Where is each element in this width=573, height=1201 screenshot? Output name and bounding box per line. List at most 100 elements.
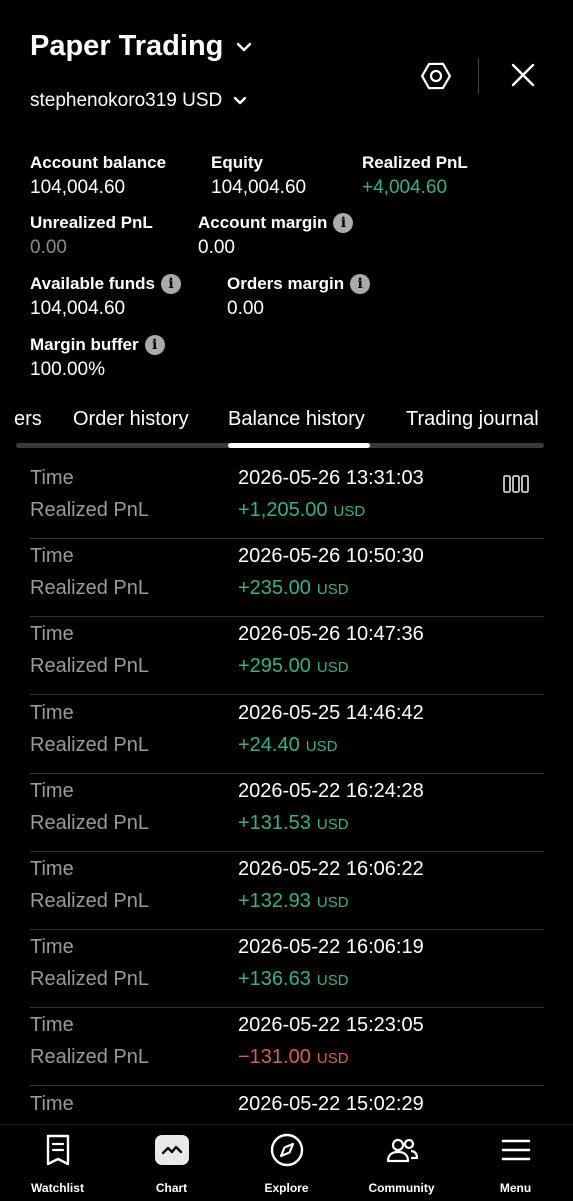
tab-order-history[interactable]: Order history [73,408,189,431]
bottom-navigation: Watchlist Chart Explore Community Menu [0,1124,573,1201]
currency-label: USD [305,738,338,755]
row-divider [30,851,544,852]
stat-value: 104,004.60 [211,177,307,198]
realized-pnl-label: Realized PnL [30,655,149,677]
amount-number: +131.53 [238,812,311,834]
time-value: 2026-05-26 13:31:03 [238,467,424,489]
stat-unrealized-pnl: Unrealized PnL 0.00 [30,213,153,259]
amount-number: +295.00 [238,655,311,677]
nav-label: Chart [155,1181,188,1195]
row-divider [30,1085,544,1086]
amount-number: −131.00 [238,1046,311,1068]
time-label: Time [30,623,74,645]
history-row[interactable]: Time 2026-05-22 16:06:19 Realized PnL +136.… [0,933,573,1011]
columns-icon[interactable] [502,473,530,500]
stat-realized-pnl: Realized PnL +4,004.60 [362,153,468,199]
realized-pnl-label: Realized PnL [30,734,149,756]
stat-orders-margin: Orders margin i 0.00 [227,274,371,320]
stat-value: +4,004.60 [362,177,448,198]
nav-watchlist[interactable]: Watchlist [0,1125,115,1201]
currency-label: USD [316,972,349,989]
amount-number: +136.63 [238,968,311,990]
stat-label: Margin buffer [30,335,139,354]
nav-community[interactable]: Community [344,1125,459,1201]
stat-label: Available funds [30,274,156,293]
realized-pnl-label: Realized PnL [30,890,149,912]
info-icon[interactable]: i [161,274,182,294]
nav-explore[interactable]: Explore [229,1125,344,1201]
realized-pnl-label: Realized PnL [30,1046,149,1068]
chart-icon [154,1135,189,1165]
menu-icon [501,1139,530,1161]
currency-label: USD [333,503,366,520]
currency-label: USD [316,1050,349,1067]
info-icon[interactable]: i [144,335,165,355]
nav-label: Watchlist [31,1181,84,1195]
time-value: 2026-05-25 14:46:42 [238,702,424,724]
history-row[interactable]: Time 2026-05-26 13:31:03 Realized PnL +1,20… [0,464,573,542]
realized-pnl-label: Realized PnL [30,968,149,990]
stat-value: 104,004.60 [30,298,126,319]
header-divider [478,58,479,94]
compass-icon [270,1133,303,1167]
time-label: Time [30,1014,74,1036]
amount-number: +24.40 [238,734,300,756]
settings-icon[interactable] [418,58,454,94]
time-label: Time [30,780,74,802]
history-row[interactable]: Time 2026-05-22 15:23:05 Realized PnL −131.… [0,1011,573,1089]
nav-menu[interactable]: Menu [458,1125,573,1201]
stat-label: Equity [211,153,263,172]
nav-label: Menu [499,1181,532,1195]
info-icon[interactable]: i [333,213,354,233]
currency-label: USD [316,816,349,833]
row-divider [30,929,544,930]
stat-label: Account margin [198,213,328,232]
history-row[interactable]: Time 2026-05-25 14:46:42 Realized PnL +24.4… [0,699,573,777]
stat-margin-buffer: Margin buffer i 100.00% [30,335,165,381]
amount-number: +132.93 [238,890,311,912]
tab-orders-partial[interactable]: ers [14,408,42,431]
time-label: Time [30,858,74,880]
amount-number: +235.00 [238,577,311,599]
stat-label: Realized PnL [362,153,468,172]
realized-pnl-label: Realized PnL [30,812,149,834]
row-divider [30,773,544,774]
stat-value: 0.00 [198,237,235,258]
time-label: Time [30,1093,74,1115]
info-icon[interactable]: i [350,274,371,294]
stat-value: 0.00 [227,298,264,319]
amount-number: +1,205.00 [238,499,328,521]
tab-trading-journal[interactable]: Trading journal [406,408,539,431]
watchlist-icon [46,1134,69,1166]
realized-pnl-value: +131.53 USD [238,812,349,835]
account-selector[interactable]: stephenokoro319 USD [30,90,248,112]
time-label: Time [30,702,74,724]
stat-available-funds: Available funds i 104,004.60 [30,274,182,320]
nav-chart[interactable]: Chart [114,1125,229,1201]
stat-account-margin: Account margin i 0.00 [198,213,354,259]
time-label: Time [30,936,74,958]
stat-label: Account balance [30,153,167,172]
realized-pnl-value: +24.40 USD [238,734,337,757]
history-row[interactable]: Time 2026-05-26 10:47:36 Realized PnL +295.… [0,620,573,698]
time-label: Time [30,545,74,567]
close-icon[interactable] [506,58,540,92]
time-value: 2026-05-26 10:47:36 [238,623,424,645]
history-row[interactable]: Time 2026-05-22 16:24:28 Realized PnL +131.… [0,777,573,855]
panel-title-text: Paper Trading [30,30,224,62]
time-value: 2026-05-22 16:06:22 [238,858,424,880]
history-row[interactable]: Time 2026-05-22 16:06:22 Realized PnL +132.… [0,855,573,933]
time-value: 2026-05-22 16:06:19 [238,936,424,958]
panel-title[interactable]: Paper Trading [30,30,253,63]
tab-balance-history[interactable]: Balance history [228,408,365,431]
time-value: 2026-05-22 16:24:28 [238,780,424,802]
time-value: 2026-05-26 10:50:30 [238,545,424,567]
stat-value: 100.00% [30,359,106,380]
history-row[interactable]: Time 2026-05-26 10:50:30 Realized PnL +235.… [0,542,573,620]
stat-account-balance: Account balance 104,004.60 [30,153,166,199]
stat-label: Unrealized PnL [30,213,153,232]
row-divider [30,1007,544,1008]
chevron-down-icon [234,96,247,105]
realized-pnl-value: +132.93 USD [238,890,349,913]
realized-pnl-label: Realized PnL [30,577,149,599]
